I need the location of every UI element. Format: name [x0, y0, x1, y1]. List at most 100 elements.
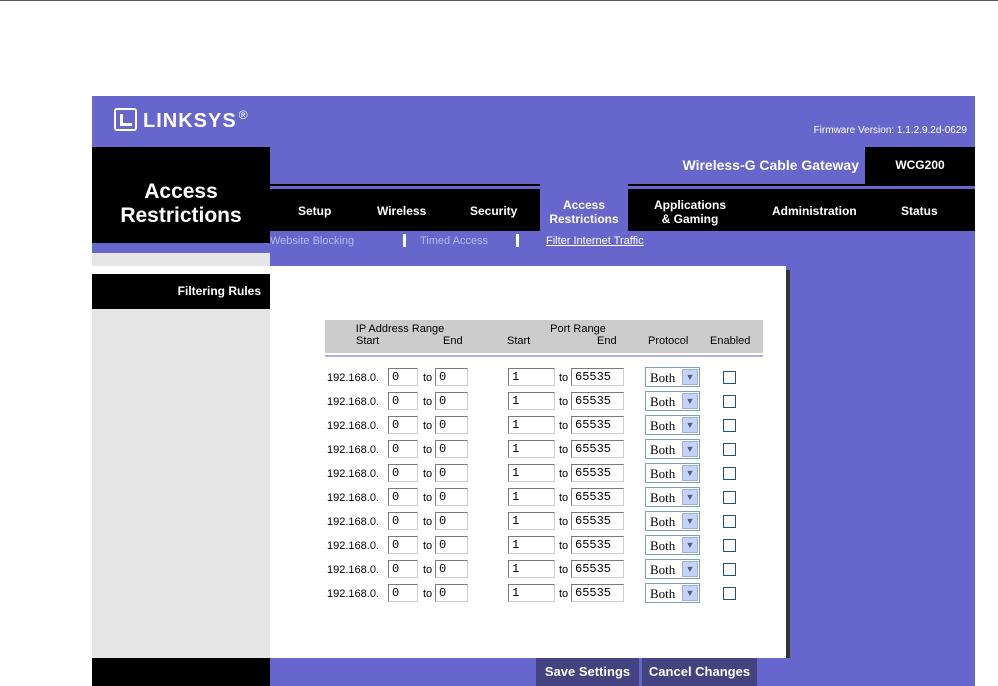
protocol-select[interactable]: Both ▼ [645, 511, 700, 531]
tab-wireless[interactable]: Wireless [377, 204, 426, 218]
chevron-down-icon[interactable]: ▼ [682, 417, 698, 433]
cancel-changes-button[interactable]: Cancel Changes [642, 658, 757, 686]
enabled-checkbox[interactable] [723, 539, 736, 552]
content-shadow [786, 270, 790, 658]
port-start-input[interactable]: 1 [508, 392, 555, 410]
chevron-down-icon[interactable]: ▼ [682, 465, 698, 481]
ip-prefix: 192.168.0. [327, 540, 379, 552]
enabled-checkbox[interactable] [723, 467, 736, 480]
to-label: to [559, 396, 569, 408]
filtering-rules-table: IP Address Range Start End Port Range St… [325, 320, 763, 605]
tab-status[interactable]: Status [901, 204, 938, 218]
protocol-value: Both [650, 418, 676, 433]
protocol-select[interactable]: Both ▼ [645, 463, 700, 483]
port-end-input[interactable]: 65535 [571, 512, 624, 530]
port-start-input[interactable]: 1 [508, 464, 555, 482]
left-sidebar [92, 253, 270, 658]
enabled-checkbox[interactable] [723, 443, 736, 456]
table-row: 192.168.0. 0 to 0 1 to 65535 Both ▼ [325, 437, 763, 461]
to-label: to [559, 540, 569, 552]
save-settings-button[interactable]: Save Settings [536, 658, 639, 686]
enabled-checkbox[interactable] [723, 563, 736, 576]
port-start-input[interactable]: 1 [508, 584, 555, 602]
protocol-select[interactable]: Both ▼ [645, 415, 700, 435]
chevron-down-icon[interactable]: ▼ [682, 513, 698, 529]
protocol-select[interactable]: Both ▼ [645, 487, 700, 507]
ip-start-input[interactable]: 0 [388, 536, 418, 554]
ip-end-input[interactable]: 0 [435, 488, 468, 506]
enabled-checkbox[interactable] [723, 395, 736, 408]
ip-end-input[interactable]: 0 [435, 464, 468, 482]
header-ip-start: Start [356, 335, 380, 347]
ip-end-input[interactable]: 0 [435, 416, 468, 434]
tab-setup[interactable]: Setup [298, 204, 331, 218]
port-end-input[interactable]: 65535 [571, 536, 624, 554]
protocol-select[interactable]: Both ▼ [645, 439, 700, 459]
port-end-input[interactable]: 65535 [571, 584, 624, 602]
protocol-value: Both [650, 490, 676, 505]
ip-start-input[interactable]: 0 [388, 368, 418, 386]
port-end-input[interactable]: 65535 [571, 392, 624, 410]
chevron-down-icon[interactable]: ▼ [682, 585, 698, 601]
table-row: 192.168.0. 0 to 0 1 to 65535 Both ▼ [325, 557, 763, 581]
chevron-down-icon[interactable]: ▼ [682, 369, 698, 385]
port-start-input[interactable]: 1 [508, 440, 555, 458]
subtab-filter-internet-traffic[interactable]: Filter Internet Traffic [546, 235, 644, 247]
port-start-input[interactable]: 1 [508, 536, 555, 554]
chevron-down-icon[interactable]: ▼ [682, 537, 698, 553]
ip-end-input[interactable]: 0 [435, 440, 468, 458]
port-end-input[interactable]: 65535 [571, 560, 624, 578]
ip-end-input[interactable]: 0 [435, 368, 468, 386]
ip-prefix: 192.168.0. [327, 420, 379, 432]
enabled-checkbox[interactable] [723, 491, 736, 504]
to-label: to [423, 564, 433, 576]
ip-start-input[interactable]: 0 [388, 416, 418, 434]
chevron-down-icon[interactable]: ▼ [682, 393, 698, 409]
chevron-down-icon[interactable]: ▼ [682, 489, 698, 505]
ip-prefix: 192.168.0. [327, 516, 379, 528]
chevron-down-icon[interactable]: ▼ [682, 561, 698, 577]
ip-end-input[interactable]: 0 [435, 392, 468, 410]
table-row: 192.168.0. 0 to 0 1 to 65535 Both ▼ [325, 413, 763, 437]
ip-end-input[interactable]: 0 [435, 512, 468, 530]
tab-applications-gaming[interactable]: Applications & Gaming [654, 198, 726, 226]
protocol-value: Both [650, 514, 676, 529]
protocol-select[interactable]: Both ▼ [645, 583, 700, 603]
ip-start-input[interactable]: 0 [388, 488, 418, 506]
port-start-input[interactable]: 1 [508, 488, 555, 506]
ip-start-input[interactable]: 0 [388, 440, 418, 458]
tab-access-restrictions[interactable]: Access Restrictions [540, 184, 628, 231]
port-start-input[interactable]: 1 [508, 368, 555, 386]
port-end-input[interactable]: 65535 [571, 488, 624, 506]
protocol-select[interactable]: Both ▼ [645, 535, 700, 555]
port-end-input[interactable]: 65535 [571, 368, 624, 386]
port-start-input[interactable]: 1 [508, 560, 555, 578]
ip-start-input[interactable]: 0 [388, 584, 418, 602]
enabled-checkbox[interactable] [723, 371, 736, 384]
subtab-website-blocking[interactable]: Website Blocking [270, 235, 354, 247]
port-end-input[interactable]: 65535 [571, 440, 624, 458]
enabled-checkbox[interactable] [723, 515, 736, 528]
ip-start-input[interactable]: 0 [388, 392, 418, 410]
protocol-select[interactable]: Both ▼ [645, 559, 700, 579]
subtab-timed-access[interactable]: Timed Access [420, 235, 488, 247]
chevron-down-icon[interactable]: ▼ [682, 441, 698, 457]
port-start-input[interactable]: 1 [508, 512, 555, 530]
port-end-input[interactable]: 65535 [571, 416, 624, 434]
tab-security[interactable]: Security [470, 204, 517, 218]
ip-start-input[interactable]: 0 [388, 512, 418, 530]
enabled-checkbox[interactable] [723, 587, 736, 600]
to-label: to [559, 492, 569, 504]
protocol-select[interactable]: Both ▼ [645, 391, 700, 411]
ip-end-input[interactable]: 0 [435, 560, 468, 578]
ip-end-input[interactable]: 0 [435, 584, 468, 602]
ip-start-input[interactable]: 0 [388, 560, 418, 578]
protocol-select[interactable]: Both ▼ [645, 367, 700, 387]
port-end-input[interactable]: 65535 [571, 464, 624, 482]
to-label: to [559, 588, 569, 600]
enabled-checkbox[interactable] [723, 419, 736, 432]
port-start-input[interactable]: 1 [508, 416, 555, 434]
ip-end-input[interactable]: 0 [435, 536, 468, 554]
tab-administration[interactable]: Administration [772, 204, 857, 218]
ip-start-input[interactable]: 0 [388, 464, 418, 482]
